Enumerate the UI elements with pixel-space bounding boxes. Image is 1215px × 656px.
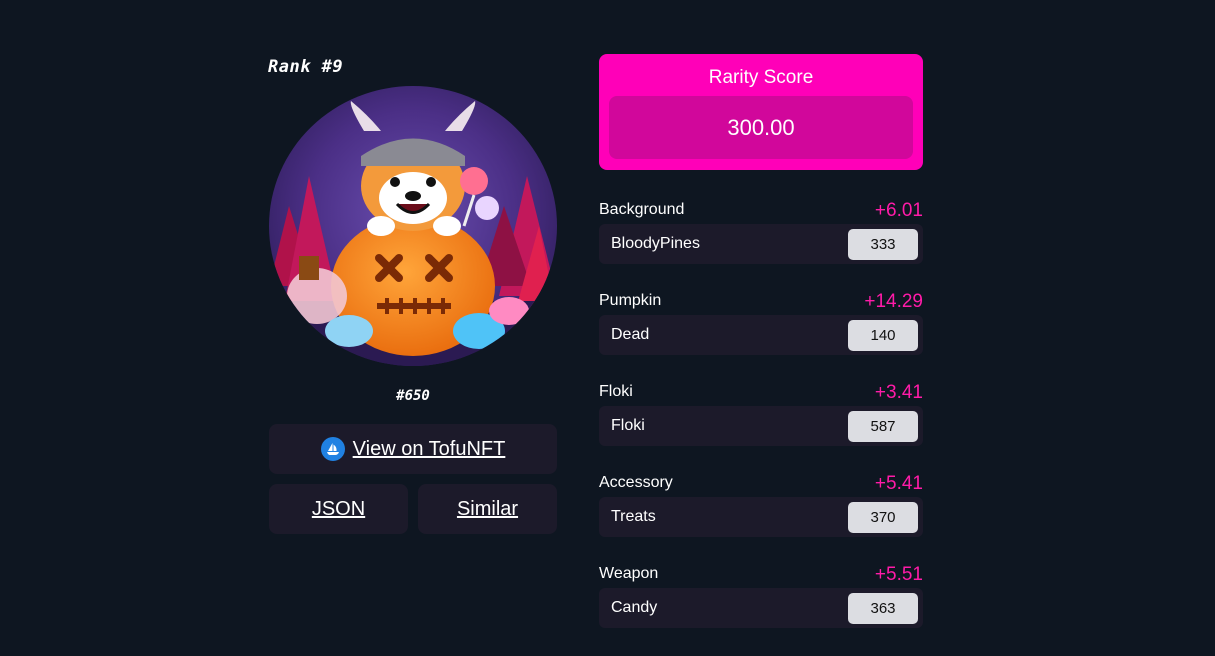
json-button[interactable]: JSON [269, 484, 408, 534]
trait-value: Floki [611, 417, 645, 434]
trait-list: Background +6.01 BloodyPines 333 Pumpkin… [599, 194, 923, 649]
trait-count-badge: 363 [848, 592, 918, 624]
nft-image [269, 86, 557, 366]
trait-count-badge: 587 [848, 410, 918, 442]
similar-button[interactable]: Similar [418, 484, 557, 534]
trait-name: Background [599, 201, 685, 218]
nft-summary-panel: Rank #9 #650 View on TofuNFT JSON Simila… [268, 50, 557, 534]
trait-floki: Floki +3.41 Floki 587 [599, 376, 923, 467]
view-on-tofunft-label: View on TofuNFT [352, 437, 506, 460]
trait-count-badge: 140 [848, 319, 918, 351]
rank-label: Rank #9 [268, 57, 344, 77]
trait-count-badge: 370 [848, 501, 918, 533]
ship-icon [320, 437, 345, 461]
trait-name: Weapon [599, 565, 659, 582]
trait-count-badge: 333 [848, 228, 918, 260]
trait-accessory: Accessory +5.41 Treats 370 [599, 467, 923, 558]
rarity-score-title: Rarity Score [708, 67, 814, 88]
trait-name: Floki [599, 383, 633, 400]
token-id: #650 [396, 388, 430, 404]
trait-name: Accessory [599, 474, 673, 491]
trait-value-row[interactable]: Candy 363 [599, 588, 923, 628]
trait-value: Candy [611, 599, 658, 616]
trait-value-row[interactable]: BloodyPines 333 [599, 224, 923, 264]
trait-background: Background +6.01 BloodyPines 333 [599, 194, 923, 285]
view-on-tofunft-button[interactable]: View on TofuNFT [269, 424, 557, 474]
trait-score: +14.29 [864, 291, 923, 312]
trait-name: Pumpkin [599, 292, 662, 309]
trait-score: +3.41 [874, 382, 923, 403]
floki-halloween-pumpkin-image [269, 86, 557, 366]
trait-weapon: Weapon +5.51 Candy 363 [599, 558, 923, 649]
trait-pumpkin: Pumpkin +14.29 Dead 140 [599, 285, 923, 376]
rarity-score-value: 300.00 [609, 96, 913, 159]
trait-value: Treats [611, 508, 656, 525]
trait-value: BloodyPines [611, 235, 700, 252]
trait-value: Dead [611, 326, 650, 343]
rarity-score-card: Rarity Score 300.00 [599, 54, 923, 170]
trait-value-row[interactable]: Treats 370 [599, 497, 923, 537]
rarity-panel: Rarity Score 300.00 Background +6.01 Blo… [599, 54, 923, 649]
trait-score: +5.41 [874, 473, 923, 494]
trait-score: +5.51 [874, 564, 923, 585]
trait-score: +6.01 [874, 200, 923, 221]
trait-value-row[interactable]: Dead 140 [599, 315, 923, 355]
trait-value-row[interactable]: Floki 587 [599, 406, 923, 446]
